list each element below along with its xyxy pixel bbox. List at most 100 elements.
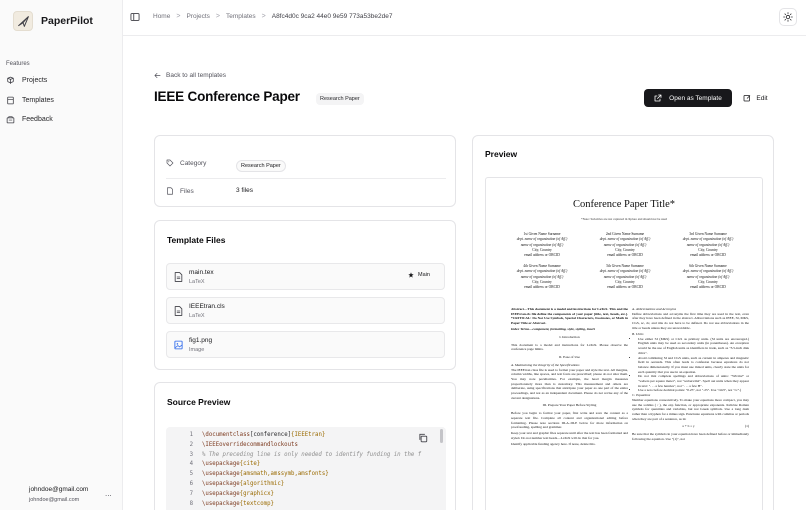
open-as-template-button[interactable]: Open as Template [644,89,732,107]
line-number: 4 [189,461,193,468]
author-block: 1st Given Name Surname dept. name of org… [502,232,582,258]
paper-index-terms: Index Terms—component, formatting, style… [511,327,595,332]
sidebar-item-templates[interactable]: Templates [6,96,54,105]
page-title: IEEE Conference Paper [154,89,300,104]
line-number: 3 [189,451,193,458]
app-name: PaperPilot [41,15,93,27]
files-label: Files [180,187,194,195]
breadcrumb-separator: > [176,13,181,20]
paper-column-left: Abstract—This document is a model and in… [511,307,628,449]
file-type: LaTeX [189,279,205,285]
code-line: 5 \usepackage {amsmath,amssymb,amsfonts} [175,470,421,480]
file-name: fig1.png [189,337,213,344]
main-file-badge: Main [408,272,430,278]
line-number: 6 [189,480,193,487]
author-email: email address or ORCID [524,253,560,258]
templates-icon [6,96,15,105]
author-block: 5th Given Name Surname dept. name of org… [585,264,665,290]
paper-abstract: Abstract—This document is a model and in… [511,307,628,326]
file-name: main.tex [189,269,214,276]
source-preview-card: Source Preview 1 \documentclass [conferenc… [154,382,456,510]
file-text-icon [174,306,183,316]
sidebar-item-label: Projects [22,77,48,84]
paper-bullet: Avoid combining SI and CGS units, such a… [638,356,749,375]
star-icon [408,272,414,278]
code-line: 4 \usepackage {cite} [175,460,421,470]
edit-button[interactable]: Edit [737,89,774,107]
copy-code-button[interactable] [418,433,428,443]
sidebar-item-feedback[interactable]: Feedback [6,115,53,124]
code-scrollbar[interactable] [440,429,443,443]
user-name: johndoe@gmail.com [29,486,89,493]
paper-bullet: Do not mix complete spellings and abbrev… [638,374,749,388]
code-argument: {IEEEtran} [291,432,326,438]
sidebar: PaperPilot Features Projects Templates F… [0,0,123,510]
back-link[interactable]: Back to all templates [154,72,226,79]
breadcrumb-separator: > [215,13,221,20]
paper-title: Conference Paper Title* [572,199,676,210]
template-files-title: Template Files [167,235,226,245]
code-block[interactable]: 1 \documentclass [conference] {IEEEtran} 2 \… [166,427,446,510]
author-email: email address or ORCID [607,253,643,258]
breadcrumb-templates[interactable]: Templates [226,13,256,20]
sidebar-toggle-icon[interactable] [130,12,140,22]
line-number: 5 [189,471,193,478]
paper-bullet-list: Use either SI (MKS) or CGS as primary un… [638,337,749,393]
author-block: 6th Given Name Surname dept. name of org… [668,264,748,290]
brand[interactable]: PaperPilot [13,11,93,31]
paper-paragraph: Number equations consecutively. To make … [632,397,749,421]
main-file-label: Main [418,272,430,278]
file-item-ieeetran-cls[interactable]: IEEEtran.cls LaTeX [166,297,445,324]
file-item-main-tex[interactable]: main.tex LaTeX Main [166,263,445,290]
code-keyword: \usepackage [202,461,240,468]
file-type: LaTeX [189,313,205,319]
breadcrumb-separator: > [261,13,266,20]
source-preview-title: Source Preview [167,397,231,407]
paper-preview[interactable]: Conference Paper Title* *Note: Sub-title… [485,177,763,510]
line-number: 7 [189,490,193,497]
author-email: email address or ORCID [607,285,643,290]
author-block: 2nd Given Name Surname dept. name of org… [585,232,665,258]
template-files-card: Template Files main.tex LaTeX Main IEEEt… [154,220,456,370]
paper-note: *Note: Sub-titles are not captured in Xp… [581,217,667,221]
paper-column-right: A. Abbreviations and Acronyms Define abb… [632,307,749,443]
file-type: Image [189,347,205,353]
edit-label: Edit [756,94,768,102]
category-value-badge: Research Paper [236,160,286,172]
code-keyword: \usepackage [202,500,240,507]
sidebar-item-label: Feedback [22,116,53,123]
breadcrumb-projects[interactable]: Projects [186,13,209,20]
copy-icon [419,433,428,443]
equation-body: a + b = γ [682,424,695,429]
sidebar-item-projects[interactable]: Projects [6,76,47,85]
code-keyword: \documentclass [202,432,250,438]
paper-paragraph: This document is a model and instruction… [511,342,628,352]
file-name: IEEEtran.cls [189,303,225,310]
files-row: Files [166,187,194,195]
code-argument: {algorithmic} [239,480,285,487]
file-item-fig1-png[interactable]: fig1.png Image [166,331,445,358]
code-keyword: \IEEEoverridecommandlockouts [202,441,298,448]
code-line: 3 % The preceding line is only needed to … [175,451,422,461]
code-comment: % The preceding line is only needed to i… [202,451,422,458]
code-argument: {textcomp} [239,500,274,507]
file-icon [166,187,174,195]
line-number: 1 [189,432,193,438]
user-more-button[interactable]: ... [105,489,112,498]
category-label: Category [180,159,207,167]
breadcrumb: Home > Projects > Templates > A8fc4d0c 9… [153,13,392,20]
paper-equation: a + b = γ (1) [632,424,749,429]
breadcrumb-home[interactable]: Home [153,13,170,20]
theme-toggle-button[interactable] [779,8,797,26]
back-link-label: Back to all templates [166,72,226,79]
sidebar-item-label: Templates [22,97,54,104]
file-text-icon [174,272,183,282]
paper-paragraph: Before you begin to format your paper, f… [511,411,628,430]
category-badge: Research Paper [316,93,364,105]
line-number: 2 [189,441,193,448]
author-block: 4th Given Name Surname dept. name of org… [502,264,582,290]
preview-card: Preview Conference Paper Title* *Note: S… [472,135,774,510]
paper-paragraph: Be sure that the symbols in your equatio… [632,432,749,441]
code-line: 2 \IEEEoverridecommandlockouts [175,441,421,451]
sun-icon [783,12,793,22]
